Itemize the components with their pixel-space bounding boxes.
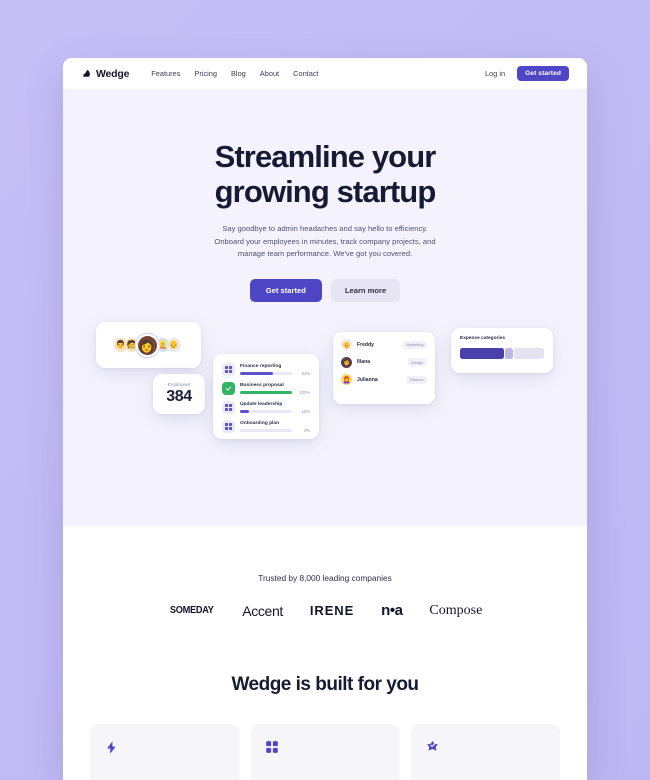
hero-title: Streamline your growing startup xyxy=(63,139,587,209)
expense-segment xyxy=(460,348,504,359)
task-percent: 100% xyxy=(299,390,310,395)
employees-card: Employees 384 xyxy=(153,374,205,414)
task-progress-track xyxy=(240,428,292,432)
task-title: Business proposal xyxy=(240,383,284,389)
nav-get-started-button[interactable]: Get started xyxy=(517,66,569,81)
employees-label: Employees xyxy=(167,382,191,387)
avatar: 👩 xyxy=(341,356,352,368)
person-row[interactable]: 👩 Illana Design xyxy=(341,356,427,368)
grid-icon xyxy=(222,420,235,433)
brand-logo[interactable]: Wedge xyxy=(81,68,129,80)
person-department-tag: Design xyxy=(407,358,427,366)
task-row[interactable]: Finance reporting 64% xyxy=(222,363,310,376)
login-link[interactable]: Log in xyxy=(485,69,505,78)
browser-window: Wedge Features Pricing Blog About Contac… xyxy=(63,58,587,780)
client-logo: Accent xyxy=(242,602,283,619)
people-card: 👴 Freddy Marketing 👩 Illana Design 👩‍🦰 Julianna… xyxy=(333,332,435,404)
employees-count: 384 xyxy=(166,388,192,405)
avatar: 👩 xyxy=(135,333,159,357)
feature-card[interactable]: Works with your favourite toolsIntegrate… xyxy=(250,724,400,780)
task-percent: 18% xyxy=(301,409,310,414)
tasks-card: Finance reporting 64% Business proposal 100… xyxy=(213,354,319,439)
avatars-card: 👨 🧑 👩 👱 👴 xyxy=(96,322,201,368)
hero-title-line-2: growing startup xyxy=(214,173,437,209)
client-logo: IRENE xyxy=(309,603,355,618)
hero-title-line-1: Streamline your xyxy=(214,139,437,174)
person-row[interactable]: 👩‍🦰 Julianna Finance xyxy=(341,374,427,385)
nav-link-pricing[interactable]: Pricing xyxy=(194,69,217,78)
avatar-group: 👨 🧑 👩 👱 👴 xyxy=(113,333,181,357)
avatar: 👴 xyxy=(166,338,181,352)
person-name: Julianna xyxy=(357,376,378,383)
task-title: Finance reporting xyxy=(240,364,282,370)
brand-name: Wedge xyxy=(96,67,130,80)
person-name: Illana xyxy=(357,359,371,365)
expense-segment xyxy=(514,348,544,359)
bolt-icon xyxy=(104,740,225,757)
hero-learn-more-button[interactable]: Learn more xyxy=(330,279,401,303)
expense-segment xyxy=(505,348,513,359)
task-row[interactable]: Update leadership 18% xyxy=(222,401,310,414)
task-progress-fill xyxy=(240,371,274,375)
check-icon xyxy=(222,382,235,395)
nav-link-contact[interactable]: Contact xyxy=(293,69,318,78)
person-department-tag: Finance xyxy=(406,375,427,384)
trusted-section: Trusted by 8,000 leading companies SOMED… xyxy=(63,526,587,619)
client-logo: SOMEDAY xyxy=(169,605,214,616)
hero-subtitle: Say goodbye to admin headaches and say h… xyxy=(214,224,436,259)
wedge-logo-icon xyxy=(82,69,90,77)
client-logo: Compose xyxy=(429,602,483,618)
hero-cta-group: Get started Learn more xyxy=(63,279,587,303)
task-row[interactable]: Onboarding plan 0% xyxy=(222,420,310,433)
hero-get-started-button[interactable]: Get started xyxy=(249,279,322,303)
feature-card[interactable]: Streamline your workEfficiency starts he… xyxy=(90,724,239,780)
task-title: Update leadership xyxy=(240,402,283,408)
nav-link-features[interactable]: Features xyxy=(151,69,180,78)
person-name: Freddy xyxy=(357,341,374,348)
hero-section: Streamline your growing startup Say good… xyxy=(63,89,587,526)
star-check-icon xyxy=(425,740,546,757)
avatar: 👩‍🦰 xyxy=(341,374,352,385)
feature-cards: Streamline your workEfficiency starts he… xyxy=(90,724,561,780)
expense-categories-card: Expense categories xyxy=(451,328,553,373)
nav-actions: Log in Get started xyxy=(485,66,569,81)
grid-icon xyxy=(265,740,386,757)
task-progress-fill xyxy=(240,409,250,413)
task-progress-fill xyxy=(240,390,292,394)
feature-card[interactable]: Save hours every weekUnlock more time fo… xyxy=(411,724,561,780)
task-title: Onboarding plan xyxy=(240,421,280,427)
task-percent: 0% xyxy=(304,428,310,433)
task-progress-track xyxy=(240,390,292,394)
task-progress-track xyxy=(240,409,292,413)
nav-link-blog[interactable]: Blog xyxy=(231,69,246,78)
features-heading: Wedge is built for you xyxy=(231,674,419,695)
nav-links: Features Pricing Blog About Contact xyxy=(151,69,318,78)
avatar: 👴 xyxy=(341,339,352,350)
expense-bar xyxy=(460,348,544,359)
person-row[interactable]: 👴 Freddy Marketing xyxy=(341,339,427,350)
person-department-tag: Marketing xyxy=(402,340,427,349)
trusted-heading: Trusted by 8,000 leading companies xyxy=(258,573,392,583)
task-progress-track xyxy=(240,371,292,375)
grid-icon xyxy=(222,363,235,376)
task-row[interactable]: Business proposal 100% xyxy=(222,382,310,395)
grid-icon xyxy=(222,401,235,414)
top-navigation: Wedge Features Pricing Blog About Contac… xyxy=(63,58,587,89)
features-section: Wedge is built for you Streamline your w… xyxy=(63,674,587,780)
client-logos: SOMEDAY Accent IRENE n•a Compose xyxy=(63,602,587,619)
client-logo: n•a xyxy=(381,602,403,619)
nav-link-about[interactable]: About xyxy=(260,69,279,78)
expense-title: Expense categories xyxy=(460,336,506,341)
task-percent: 64% xyxy=(301,371,310,376)
